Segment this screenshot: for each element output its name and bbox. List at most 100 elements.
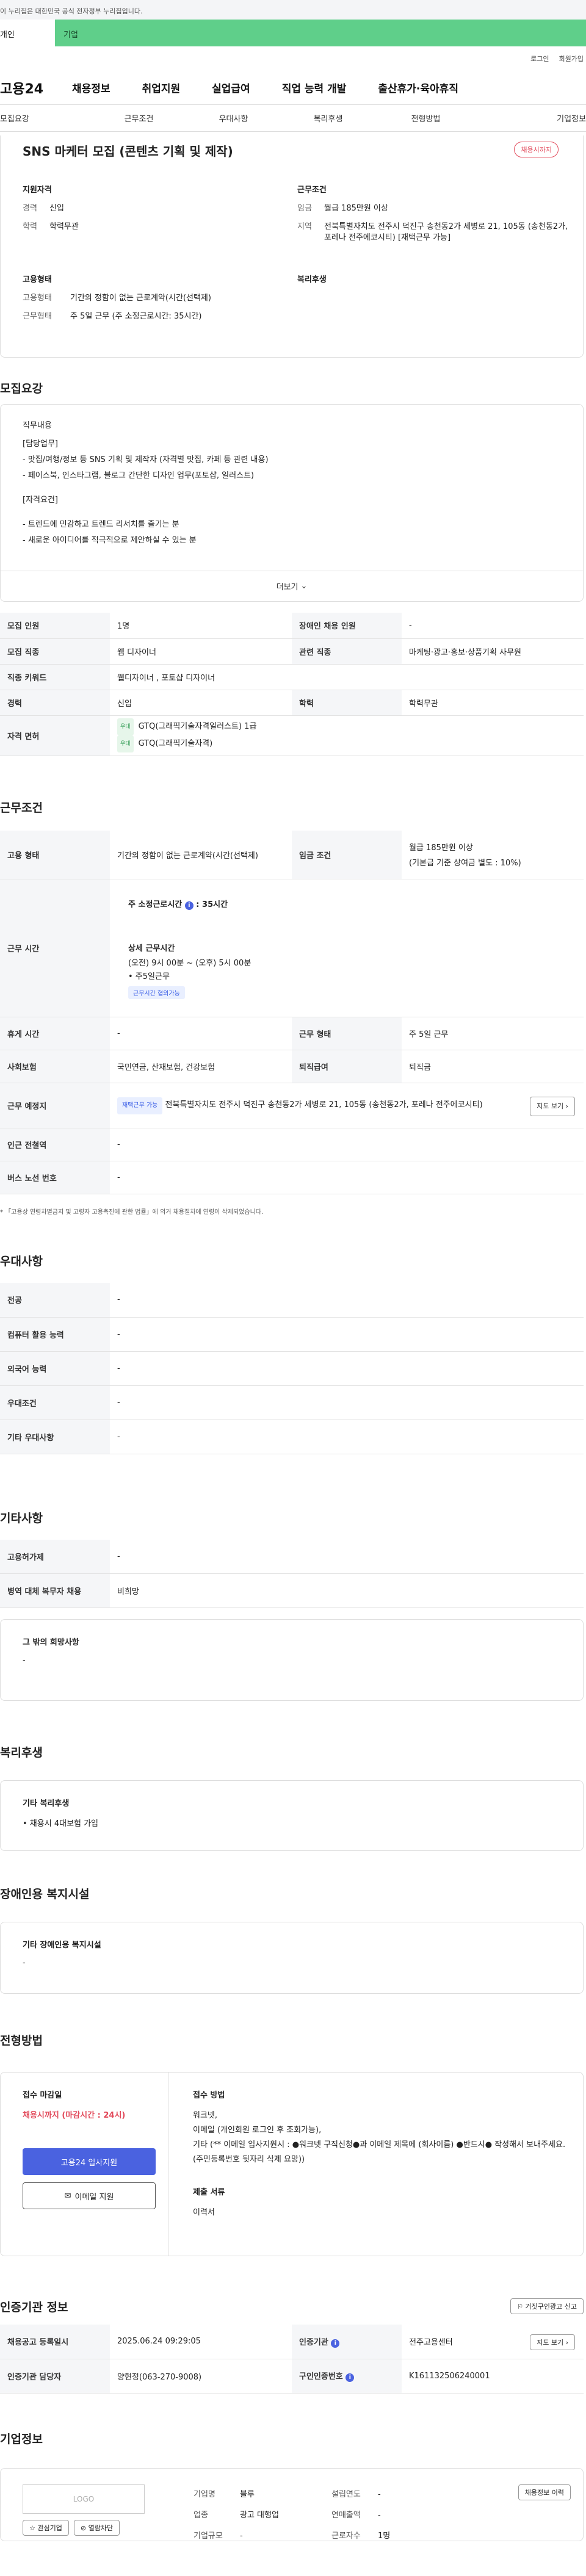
email-apply-button[interactable]: ✉ 이메일 지원	[23, 2182, 156, 2209]
company-logo-block: LOGO ☆ 관심기업 ⊘ 열람차단	[23, 2484, 145, 2541]
table-cell: K161132506240001	[402, 2359, 584, 2394]
block-button[interactable]: ⊘ 열람차단	[73, 2519, 120, 2536]
hours-title: 주 소정근로시간	[128, 900, 183, 909]
emp-value: 주 5일 근무 (주 소정근로시간: 35시간)	[70, 312, 202, 321]
duty-line: - 맛집/여행/정보 등 SNS 기획 및 제작자 (자격별 맛집, 카페 등 …	[23, 455, 269, 464]
company-actions: 채용정보 이력	[518, 2484, 571, 2541]
duty-line: - 페이스북, 인스타그램, 블로그 간단한 디자인 업무(포토샵, 일러스트)	[23, 471, 255, 480]
info-icon[interactable]: i	[184, 901, 194, 910]
recruit-table: 모집 인원 1명 장애인 채용 인원 - 모집 직종 웹 디자이너 관련 직종 마케팅·광고…	[0, 613, 584, 756]
site-logo[interactable]: 고용24	[0, 78, 72, 98]
favorite-label: 관심기업	[37, 2524, 62, 2532]
favorite-button[interactable]: ☆ 관심기업	[23, 2519, 69, 2536]
org-map-button[interactable]: 지도 보기 ›	[530, 2334, 575, 2350]
method-line: 이메일 (개인회원 로그인 후 조회가능),	[193, 2126, 322, 2135]
report-icon: ⚐	[517, 2303, 524, 2311]
lnb-item-pref[interactable]: 우대사항	[186, 112, 281, 124]
employment-heading: 고용형태	[23, 275, 52, 284]
gnb-item-jobs[interactable]: 채용정보	[72, 80, 110, 95]
gov-notice-text: 이 누리집은 대한민국 공식 전자정부 누리집입니다.	[0, 7, 143, 15]
location-cell: 재택근무 가능 전북특별자치도 전주시 덕진구 송천동2가 세병로 21, 10…	[110, 1083, 584, 1128]
apply-button[interactable]: 고용24 입사지원	[23, 2148, 156, 2175]
company-value: 광고 대행업	[240, 2510, 279, 2520]
table-header: 직종 키워드	[0, 664, 110, 690]
hours-value: 35시간	[202, 900, 228, 909]
qualification-block: 지원자격 경력 신입 학력 학력무관	[23, 183, 297, 251]
lnb-item-recruit[interactable]: 모집요강	[0, 112, 92, 124]
company-label: 업종	[194, 2510, 208, 2520]
license-name: GTQ(그래픽기술자격일러스트) 1급	[138, 722, 257, 731]
company-value: -	[378, 2489, 381, 2499]
duty-line: - 트렌드에 민감하고 트렌드 리서치를 즐기는 분	[23, 520, 179, 529]
tab-personal[interactable]: 개인	[0, 20, 55, 46]
disabled-card-value: -	[23, 1958, 26, 1968]
gnb-item-support[interactable]: 취업지원	[142, 80, 181, 95]
info-icon[interactable]: i	[345, 2373, 355, 2382]
star-icon: ☆	[29, 2524, 35, 2532]
org-label: 인증기관	[299, 2337, 328, 2347]
company-value: -	[240, 2531, 243, 2541]
docs-title: 제출 서류	[193, 2188, 225, 2197]
deadline-title: 접수 마감일	[23, 2091, 62, 2100]
cond-label: 지역	[297, 222, 312, 231]
job-summary-card: SNS 마케터 모집 (콘텐츠 기획 및 제작) 채용시까지 지원자격 경력 신입…	[0, 135, 584, 358]
company-value: 블루	[240, 2489, 255, 2499]
table-cell: 국민연금, 산재보험, 건강보험	[110, 1050, 292, 1083]
duty-card: 직무내용 [담당업무] - 맛집/여행/정보 등 SNS 기획 및 제작자 (자…	[0, 404, 584, 602]
mail-icon: ✉	[64, 2191, 71, 2201]
duty-heading: 직무내용	[23, 421, 52, 430]
gov-notice-bar: 이 누리집은 대한민국 공식 전자정부 누리집입니다.	[0, 0, 586, 20]
more-button[interactable]: 더보기 ⌄	[1, 571, 583, 601]
etc-wish-card: 그 밖의 희망사항 -	[0, 1619, 584, 1701]
lnb-item-work[interactable]: 근무조건	[92, 112, 186, 124]
company-info: 기업명 블루 설립연도 - 업종 광고 대행업 연매출액 - 기업규모 - 근로자수 1명	[145, 2484, 518, 2541]
table-header: 외국어 능력	[0, 1351, 110, 1386]
login-link[interactable]: 로그인	[530, 54, 549, 63]
table-header: 근무 예정지	[0, 1083, 110, 1128]
cert-header: 인증기관 정보 ⚐ 거짓구인광고 신고	[0, 2294, 584, 2318]
method-line: 워크넷,	[193, 2111, 218, 2120]
more-label: 더보기	[276, 583, 298, 592]
location-value: 전북특별자치도 전주시 덕진구 송천동2가 세병로 21, 105동 (송천동2…	[165, 1100, 483, 1109]
table-cell: -	[110, 1539, 584, 1574]
work-table: 고용 형태 기간의 정함이 없는 근로계약(시간(선택제) 임금 조건 월급 185만…	[0, 830, 584, 1194]
table-header: 학력	[292, 690, 402, 716]
work-section-title: 근무조건	[0, 801, 43, 815]
detail-line: (오전) 9시 00분 ~ (오후) 5시 00분	[128, 958, 251, 968]
cond-value: 전북특별자치도 전주시 덕진구 송천동2가 세병로 21, 105동 (송천동2…	[324, 222, 568, 242]
map-button[interactable]: 지도 보기 ›	[530, 1097, 575, 1116]
license-cell: 우대 GTQ(그래픽기술자격일러스트) 1급 우대 GTQ(그래픽기술자격)	[110, 715, 584, 756]
cond-value: 월급 185만원 이상	[324, 204, 388, 213]
hours-negotiable-tag: 근무시간 협의가능	[128, 986, 185, 999]
tab-company[interactable]: 기업	[55, 20, 586, 46]
company-value: -	[378, 2510, 381, 2520]
gnb-item-benefit[interactable]: 실업급여	[212, 80, 250, 95]
info-icon[interactable]: i	[331, 2339, 340, 2348]
gnb-item-leave[interactable]: 출산휴가·육아휴직	[378, 80, 458, 95]
welfare-heading: 복리후생	[297, 275, 327, 284]
lnb-item-process[interactable]: 전형방법	[375, 112, 476, 124]
condition-heading: 근무조건	[297, 186, 327, 195]
qual-label: 경력	[23, 204, 37, 213]
qual-label: 학력	[23, 222, 37, 231]
table-header: 컴퓨터 활용 능력	[0, 1317, 110, 1352]
disabled-card-title: 기타 장애인용 복지시설	[23, 1941, 101, 1950]
lnb-item-company[interactable]: 기업정보	[476, 112, 586, 124]
welfare-card-value: • 채용시 4대보험 가입	[23, 1819, 99, 1828]
report-button[interactable]: ⚐ 거짓구인광고 신고	[510, 2298, 584, 2314]
table-header: 근무 시간	[0, 879, 110, 1017]
block-icon: ⊘	[80, 2524, 87, 2532]
job-history-button[interactable]: 채용정보 이력	[518, 2484, 571, 2500]
org-value: 전주고용센터	[409, 2338, 453, 2348]
signup-link[interactable]: 회원가입	[559, 54, 584, 63]
table-cell: -	[110, 1128, 584, 1161]
gnb-item-training[interactable]: 직업 능력 개발	[282, 80, 347, 95]
table-header: 임금 조건	[292, 830, 402, 879]
pref-tag: 우대	[117, 735, 134, 752]
apply-right: 접수 방법 워크넷, 이메일 (개인회원 로그인 후 조회가능), 기타 (**…	[168, 2073, 583, 2256]
member-type-tabs: 개인 기업	[0, 20, 586, 46]
table-cell: 신입	[110, 690, 292, 716]
table-header: 퇴직급여	[292, 1050, 402, 1083]
lnb-item-welfare[interactable]: 복리후생	[281, 112, 375, 124]
table-cell: 학력무관	[402, 690, 584, 716]
